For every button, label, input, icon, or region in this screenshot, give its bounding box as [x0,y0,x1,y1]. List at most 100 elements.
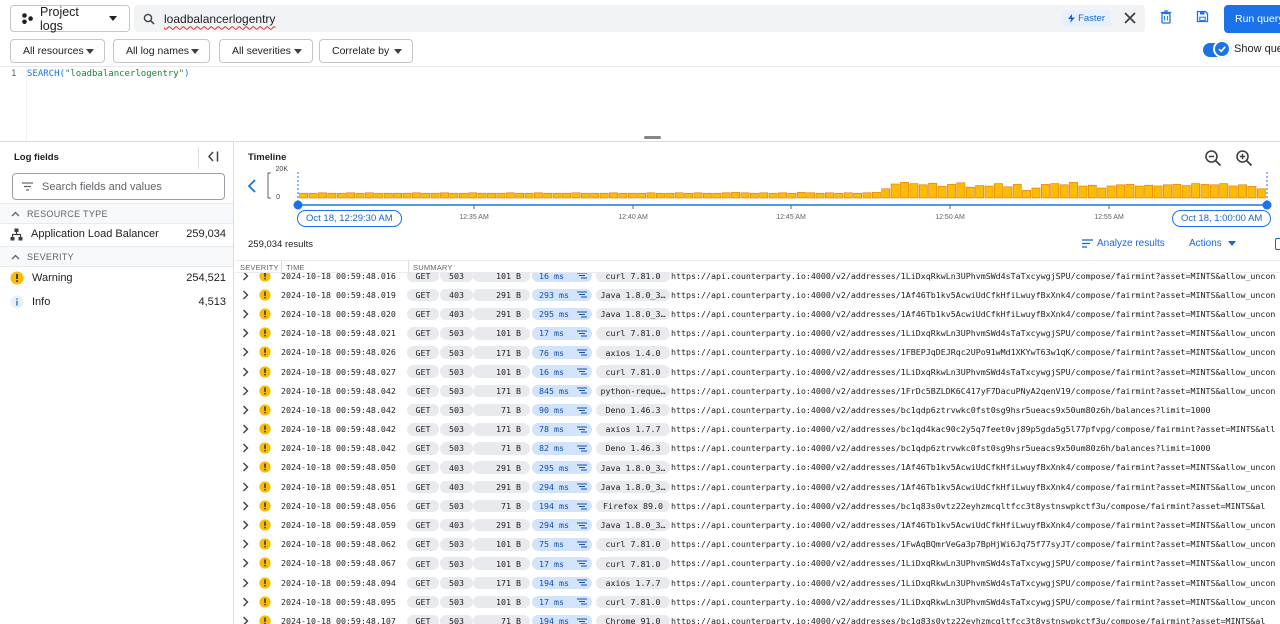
size-chip[interactable]: 71 B [473,614,530,624]
expand-row-icon[interactable] [242,304,249,323]
histogram-bar[interactable] [1134,185,1144,199]
method-chip[interactable]: GET [407,614,439,624]
table-row[interactable]: 2024-10-18 00:59:48.027 GET 503 101 B 16 ms c… [235,362,1280,381]
status-chip[interactable]: 503 [440,499,473,513]
user-agent-chip[interactable]: Java 1.8.0_3… [596,461,670,474]
user-agent-chip[interactable]: curl 7.81.0 [596,327,670,340]
method-chip[interactable]: GET [407,442,439,455]
histogram-bar[interactable] [900,182,909,199]
method-chip[interactable]: GET [407,384,439,398]
size-chip[interactable]: 101 B [473,538,530,551]
histogram-bar[interactable] [646,192,656,199]
user-agent-chip[interactable]: python-reque… [596,384,670,398]
histogram-bar[interactable] [487,192,496,199]
expand-row-icon[interactable] [242,273,249,285]
user-agent-chip[interactable]: Chrome 91.0 [596,614,670,624]
table-row[interactable]: 2024-10-18 00:59:48.042 GET 503 171 B 845 ms… [235,381,1280,400]
histogram-bar[interactable] [609,192,618,199]
filter-severities[interactable]: All severities [219,39,313,63]
histogram-bar[interactable] [421,192,431,199]
histogram-bar[interactable] [871,192,881,199]
method-chip[interactable]: GET [407,307,439,321]
histogram-bar[interactable] [1031,187,1041,199]
histogram-bar[interactable] [1209,184,1219,199]
latency-chip[interactable]: 17 ms [532,595,592,609]
histogram-bar[interactable] [411,192,421,199]
expand-row-icon[interactable] [242,535,249,554]
size-chip[interactable]: 171 B [473,423,530,436]
size-chip[interactable]: 171 B [473,346,530,359]
table-row[interactable]: 2024-10-18 00:59:48.042 GET 503 71 B 82 ms De… [235,439,1280,458]
histogram-bar[interactable] [1003,186,1013,199]
expand-row-icon[interactable] [242,324,249,343]
histogram-bar[interactable] [749,192,759,199]
histogram-bar[interactable] [383,192,393,199]
histogram-bar[interactable] [458,192,468,199]
field-search-box[interactable] [12,173,225,200]
histogram-bar[interactable] [1069,182,1078,199]
user-agent-chip[interactable]: Firefox 89.0 [596,499,670,513]
status-chip[interactable]: 503 [440,403,473,417]
histogram-bar[interactable] [534,192,543,199]
histogram-bar[interactable] [637,192,647,199]
histogram-bar[interactable] [590,192,600,199]
histogram-bar[interactable] [402,192,412,199]
histogram-bar[interactable] [580,192,590,199]
user-agent-chip[interactable]: curl 7.81.0 [596,538,670,551]
histogram-bar[interactable] [947,184,956,199]
histogram-bar[interactable] [918,184,928,199]
latency-chip[interactable]: 78 ms [532,423,592,436]
status-chip[interactable]: 503 [440,614,473,624]
histogram-bar[interactable] [1144,184,1154,199]
size-chip[interactable]: 101 B [473,327,530,340]
expand-row-icon[interactable] [242,611,249,624]
histogram-bar[interactable] [1078,185,1088,199]
table-row[interactable]: 2024-10-18 00:59:48.050 GET 403 291 B 295 ms… [235,458,1280,477]
size-chip[interactable]: 171 B [473,576,530,589]
histogram-bar[interactable] [956,182,966,199]
user-agent-chip[interactable]: axios 1.4.0 [596,346,670,359]
actions-menu[interactable]: Actions [1189,238,1236,249]
expand-row-icon[interactable] [242,400,249,419]
histogram-bar[interactable] [1247,186,1257,199]
histogram-bar[interactable] [449,192,459,199]
histogram-bar[interactable] [440,192,449,199]
severity-section[interactable]: SEVERITY [0,246,233,267]
histogram-bar[interactable] [1106,185,1116,199]
range-start-label[interactable]: Oct 18, 12:29:30 AM [297,210,402,227]
histogram-bar[interactable] [1256,188,1266,199]
histogram-bar[interactable] [1040,184,1050,199]
size-chip[interactable]: 101 B [473,595,530,609]
expand-row-icon[interactable] [242,554,249,573]
user-agent-chip[interactable]: axios 1.7.7 [596,423,670,436]
range-end-label[interactable]: Oct 18, 1:00:00 AM [1172,210,1272,227]
user-agent-chip[interactable]: Java 1.8.0_3… [596,480,670,494]
status-chip[interactable]: 403 [440,288,473,302]
method-chip[interactable]: GET [407,346,439,359]
expand-row-icon[interactable] [242,496,249,515]
histogram-bar[interactable] [674,192,684,199]
field-item-application-load-balancer[interactable]: Application Load Balancer 259,034 [0,223,233,245]
latency-chip[interactable]: 194 ms [532,499,592,513]
run-query-button[interactable]: Run query [1224,5,1280,33]
histogram-bar[interactable] [355,192,365,199]
col-severity[interactable]: SEVERITY [240,263,279,272]
status-chip[interactable]: 503 [440,365,473,378]
method-chip[interactable]: GET [407,288,439,302]
histogram-bar[interactable] [308,192,318,199]
size-chip[interactable]: 291 B [473,461,530,474]
expand-row-icon[interactable] [242,362,249,381]
filter-log-names[interactable]: All log names [113,39,210,63]
histogram-bar[interactable] [1153,185,1163,199]
expand-row-icon[interactable] [242,343,249,362]
trash-icon[interactable] [1160,10,1172,24]
latency-chip[interactable]: 90 ms [532,403,592,417]
size-chip[interactable]: 291 B [473,288,530,302]
histogram-bar[interactable] [984,185,994,199]
histogram-bar[interactable] [1200,184,1210,199]
size-chip[interactable]: 291 B [473,480,530,494]
histogram-bar[interactable] [1097,187,1107,199]
histogram-bar[interactable] [843,192,853,199]
method-chip[interactable]: GET [407,461,439,474]
panel-icon[interactable] [1275,238,1280,250]
